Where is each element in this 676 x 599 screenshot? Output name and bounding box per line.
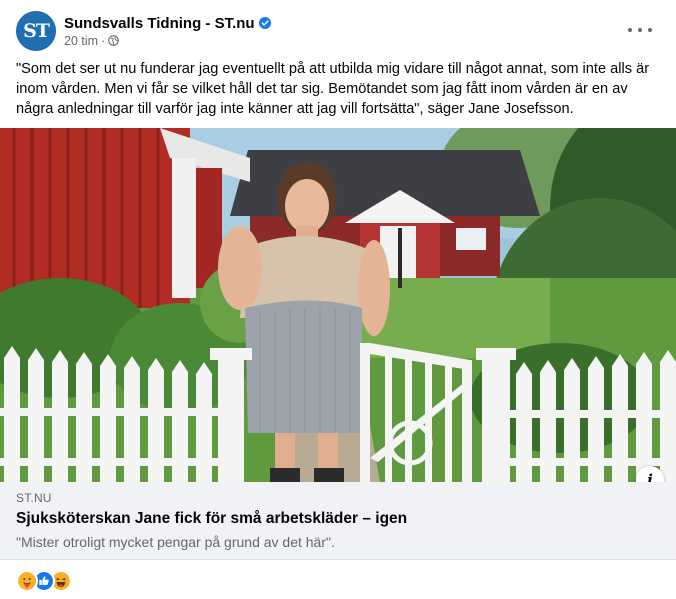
photo-illustration: [0, 128, 676, 482]
post-text: "Som det ser ut nu funderar jag eventuel…: [16, 61, 650, 117]
page-avatar[interactable]: ST: [16, 11, 56, 51]
post-timestamp[interactable]: 20 tim: [64, 34, 98, 48]
page-avatar-text: ST: [23, 20, 50, 42]
link-title[interactable]: Sjuksköterskan Jane fick för små arbetsk…: [16, 510, 407, 528]
article-photo[interactable]: [0, 128, 676, 482]
verified-badge-icon: [258, 17, 271, 29]
post-card: ST Sundsvalls Tidning - ST.nu 20 tim · "…: [0, 0, 676, 599]
link-subtitle: "Mister otroligt mycket pengar på grund …: [16, 534, 335, 550]
link-preview[interactable]: ST.NU Sjuksköterskan Jane fick för små a…: [0, 482, 676, 560]
post-meta: Sundsvalls Tidning - ST.nu 20 tim ·: [64, 15, 271, 48]
page-name-link[interactable]: Sundsvalls Tidning - ST.nu: [64, 15, 255, 32]
globe-icon[interactable]: [108, 35, 120, 46]
care-reaction-icon: [16, 570, 38, 592]
more-dot-icon: [628, 28, 632, 32]
reactions-summary[interactable]: [16, 570, 72, 592]
more-options-button[interactable]: [628, 20, 652, 40]
post-header: ST Sundsvalls Tidning - ST.nu 20 tim ·: [16, 11, 271, 51]
more-dot-icon: [638, 28, 642, 32]
link-domain: ST.NU: [16, 491, 52, 505]
separator-dot: ·: [101, 33, 106, 48]
more-dot-icon: [648, 28, 652, 32]
